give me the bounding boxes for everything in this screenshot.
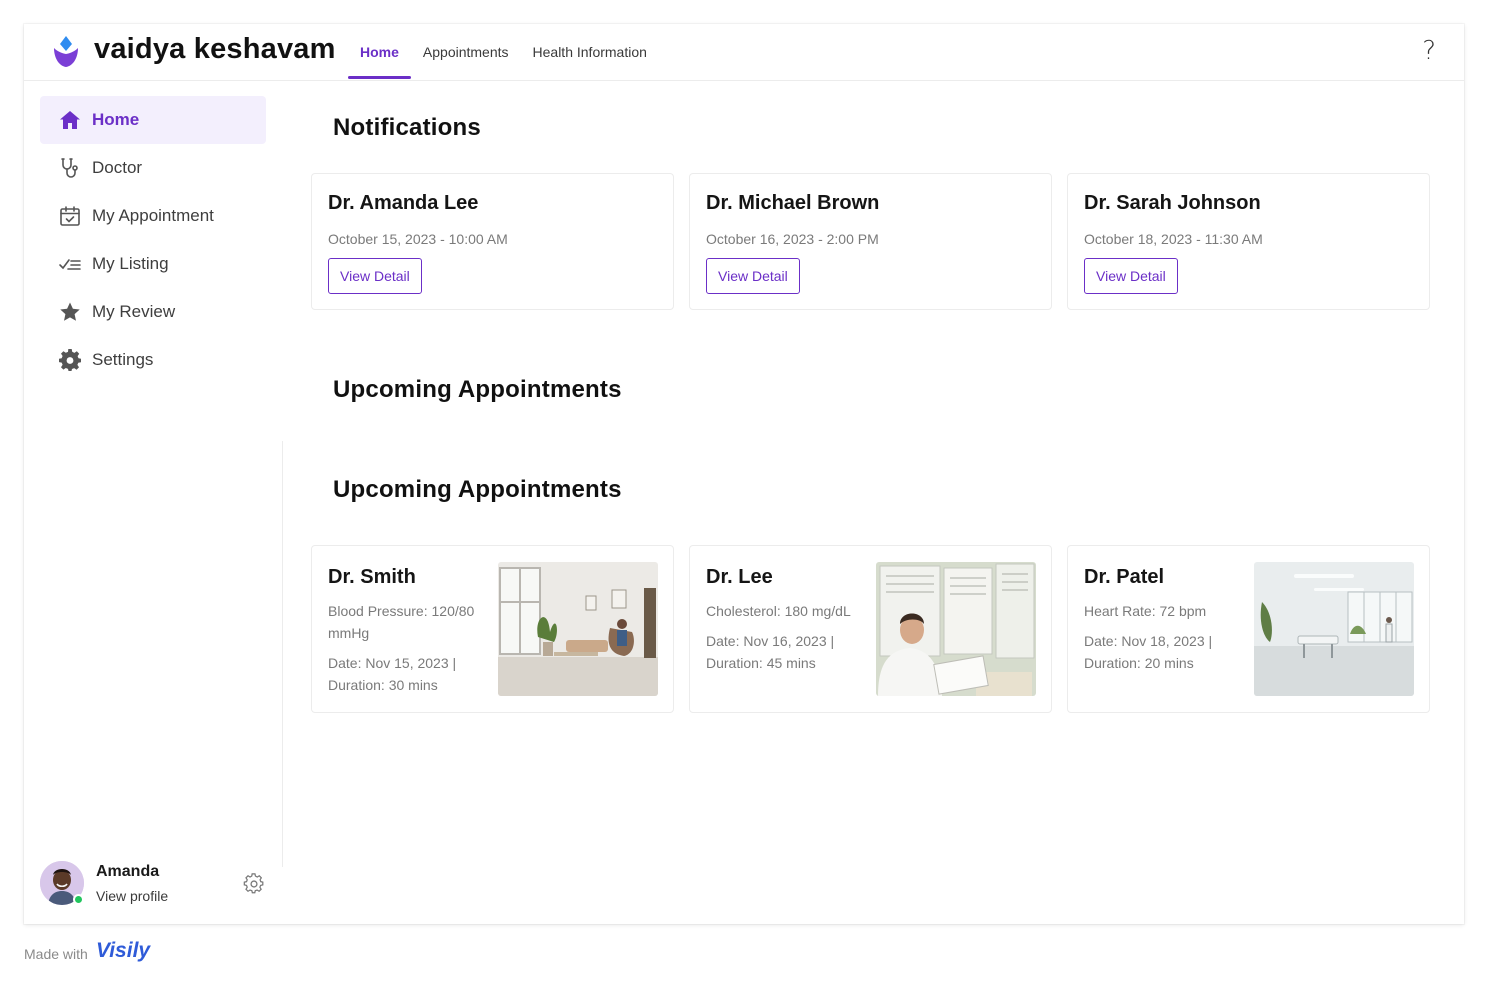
sidebar-item-label: My Listing	[92, 254, 169, 273]
app-window: vaidya keshavam Home Appointments Health…	[24, 24, 1464, 924]
calendar-check-icon	[58, 204, 82, 228]
help-button[interactable]: ?	[1422, 36, 1436, 66]
sidebar-item-label: My Appointment	[92, 206, 214, 225]
tab-health-information[interactable]: Health Information	[521, 24, 659, 81]
sidebar-item-label: Home	[92, 110, 140, 129]
notification-card: Dr. Amanda Lee October 15, 2023 - 10:00 …	[311, 173, 674, 310]
tab-home[interactable]: Home	[348, 24, 411, 81]
appointment-card[interactable]: Dr. Patel Heart Rate: 72 bpm Date: Nov 1…	[1067, 545, 1430, 713]
upcoming-appointments-title: Upcoming Appointments	[333, 476, 622, 503]
notification-card: Dr. Michael Brown October 16, 2023 - 2:0…	[689, 173, 1052, 310]
top-header: vaidya keshavam Home Appointments Health…	[24, 24, 1464, 81]
view-detail-button[interactable]: View Detail	[706, 258, 800, 294]
sidebar: Home Doctor My Appointment My Listing My…	[24, 81, 283, 924]
top-nav: Home Appointments Health Information	[348, 24, 659, 81]
appointment-date-duration: Date: Nov 18, 2023 | Duration: 20 mins	[1084, 633, 1213, 671]
notification-card: Dr. Sarah Johnson October 18, 2023 - 11:…	[1067, 173, 1430, 310]
appointment-card[interactable]: Dr. Lee Cholesterol: 180 mg/dL Date: Nov…	[689, 545, 1052, 713]
appointment-datetime: October 18, 2023 - 11:30 AM	[1084, 231, 1263, 247]
sidebar-divider	[282, 441, 283, 867]
doctor-reviewing-charts-photo	[876, 562, 1036, 696]
appointment-card[interactable]: Dr. Smith Blood Pressure: 120/80 mmHg Da…	[311, 545, 674, 713]
brand-name: vaidya keshavam	[94, 33, 336, 65]
health-metric: Heart Rate: 72 bpm	[1084, 603, 1207, 619]
gear-icon	[58, 348, 82, 372]
upcoming-appointments-heading: Upcoming Appointments	[333, 376, 622, 403]
waiting-room-photo	[498, 562, 658, 696]
notifications-title: Notifications	[333, 114, 481, 141]
appointment-datetime: October 15, 2023 - 10:00 AM	[328, 231, 508, 247]
profile-settings-gear-icon[interactable]	[243, 873, 265, 895]
clinic-interior-photo	[1254, 562, 1414, 696]
profile-name: Amanda	[96, 863, 160, 880]
view-profile-link[interactable]: View profile	[96, 888, 168, 904]
drop-lotus-logo-icon	[54, 36, 78, 67]
home-icon	[58, 108, 82, 132]
view-detail-button[interactable]: View Detail	[1084, 258, 1178, 294]
appointment-date-duration: Date: Nov 16, 2023 | Duration: 45 mins	[706, 633, 835, 671]
doctor-name: Dr. Sarah Johnson	[1084, 192, 1261, 214]
made-with-label: Made with	[24, 946, 88, 962]
sidebar-item-home[interactable]: Home	[40, 96, 266, 144]
online-status-dot	[73, 894, 84, 905]
doctor-name: Dr. Patel	[1084, 566, 1165, 588]
tab-appointments[interactable]: Appointments	[411, 24, 521, 81]
sidebar-item-my-listing[interactable]: My Listing	[40, 240, 266, 288]
view-detail-button[interactable]: View Detail	[328, 258, 422, 294]
doctor-name: Dr. Amanda Lee	[328, 192, 479, 214]
sidebar-item-label: Doctor	[92, 158, 143, 177]
appointment-date-duration: Date: Nov 15, 2023 | Duration: 30 mins	[328, 655, 457, 693]
user-profile: Amanda View profile	[40, 859, 270, 909]
doctor-name: Dr. Michael Brown	[706, 192, 880, 214]
sidebar-item-my-review[interactable]: My Review	[40, 288, 266, 336]
star-icon	[58, 300, 82, 324]
checklist-icon	[58, 252, 82, 276]
sidebar-item-doctor[interactable]: Doctor	[40, 144, 266, 192]
health-metric: Blood Pressure: 120/80 mmHg	[328, 603, 475, 641]
sidebar-item-label: Settings	[92, 350, 154, 369]
appointment-datetime: October 16, 2023 - 2:00 PM	[706, 231, 879, 247]
stethoscope-icon	[58, 156, 82, 180]
doctor-name: Dr. Smith	[328, 566, 416, 588]
sidebar-item-label: My Review	[92, 302, 176, 321]
health-metric: Cholesterol: 180 mg/dL	[706, 603, 851, 619]
doctor-name: Dr. Lee	[706, 566, 773, 588]
visily-logo[interactable]: Visily	[96, 939, 150, 963]
sidebar-item-settings[interactable]: Settings	[40, 336, 266, 384]
sidebar-item-my-appointment[interactable]: My Appointment	[40, 192, 266, 240]
